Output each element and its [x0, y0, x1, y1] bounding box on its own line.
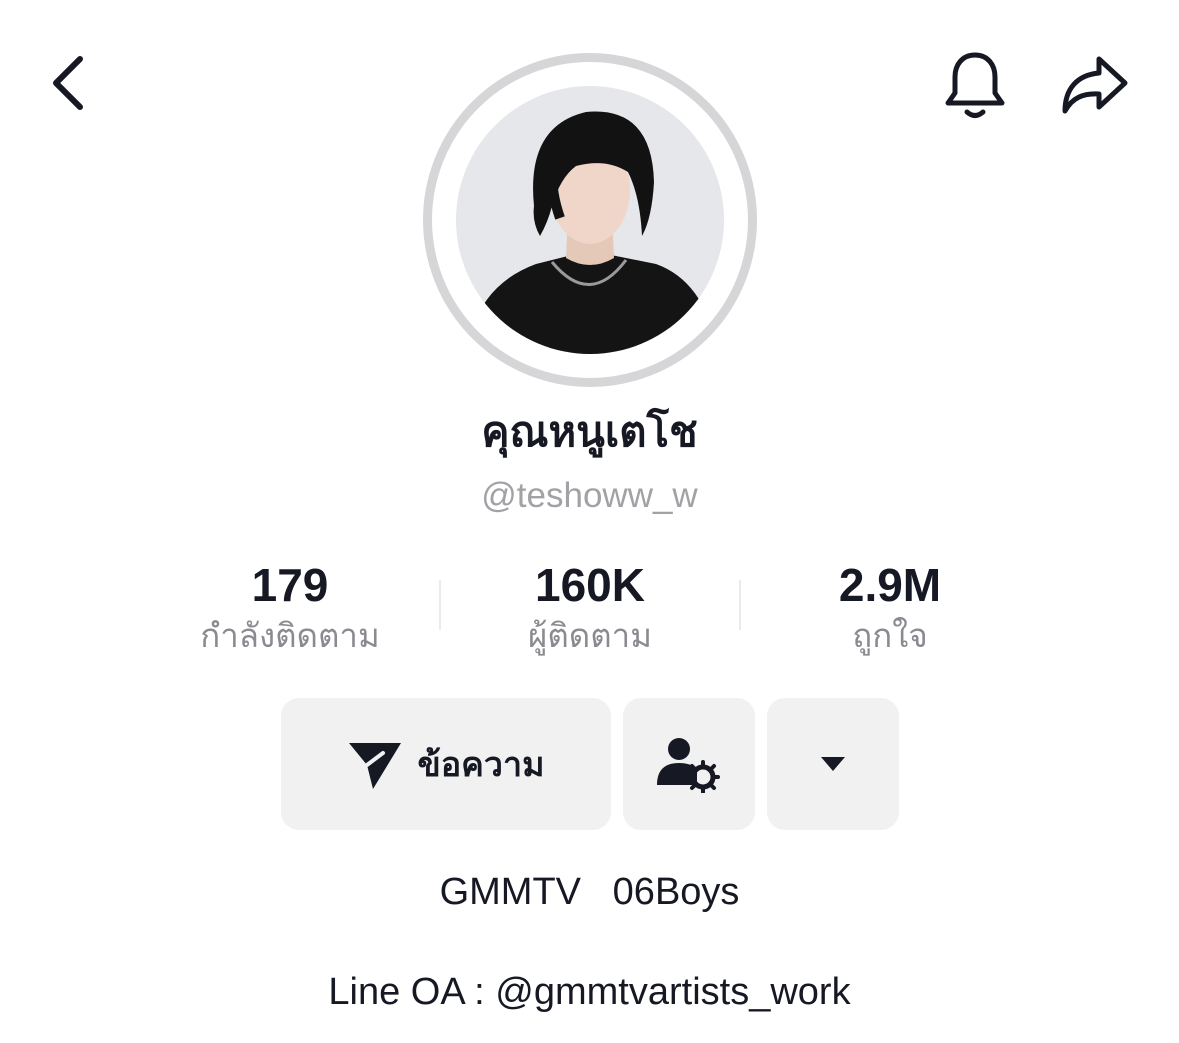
more-options-button[interactable] — [767, 698, 899, 830]
followers-label: ผู้ติดตาม — [528, 616, 652, 655]
bell-icon — [945, 52, 1005, 118]
likes-count: 2.9M — [838, 559, 942, 611]
back-button[interactable] — [30, 45, 106, 121]
send-icon — [349, 743, 402, 789]
message-button-label: ข้อความ — [417, 745, 545, 785]
stat-following[interactable]: 179 กำลังติดตาม — [140, 556, 440, 658]
stat-likes[interactable]: 2.9M ถูกใจ — [740, 556, 1040, 658]
avatar-ring[interactable] — [423, 53, 757, 387]
message-button[interactable]: ข้อความ — [281, 698, 611, 830]
following-count: 179 — [251, 559, 329, 611]
bio-line: GMMTV 06Boys — [439, 871, 740, 913]
friends-settings-button[interactable] — [623, 698, 755, 830]
notification-bell-button[interactable] — [930, 40, 1020, 130]
stat-followers[interactable]: 160K ผู้ติดตาม — [440, 556, 740, 658]
followers-count: 160K — [535, 559, 645, 611]
user-settings-icon — [657, 738, 720, 793]
display-name: คุณหนูเตโช — [481, 407, 698, 456]
avatar — [456, 86, 724, 354]
share-arrow-icon — [1062, 56, 1128, 114]
chevron-left-icon — [53, 56, 83, 110]
share-button[interactable] — [1050, 40, 1140, 130]
caret-down-icon — [821, 757, 845, 771]
bio-line: Line OA : @gmmtvartists_work — [328, 971, 851, 1013]
following-label: กำลังติดตาม — [200, 616, 380, 655]
likes-label: ถูกใจ — [852, 616, 928, 655]
username: @teshoww_w — [481, 476, 698, 515]
